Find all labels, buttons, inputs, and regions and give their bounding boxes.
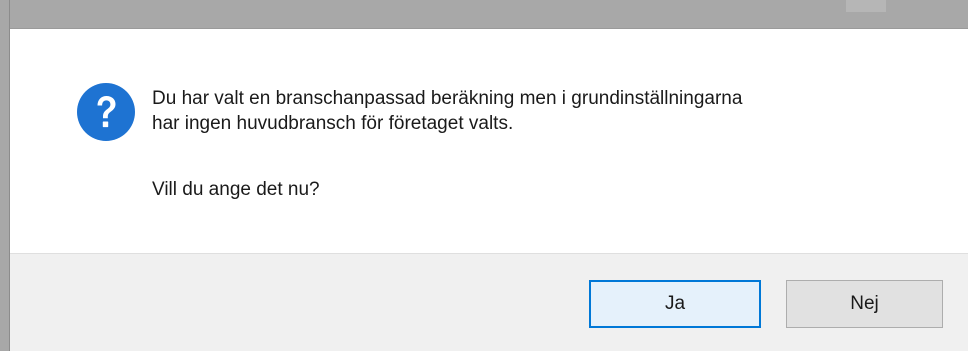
message-text: Du har valt en branschanpassad beräkning…	[152, 86, 932, 136]
message-question: Vill du ange det nu?	[152, 179, 320, 200]
message-line-1: Du har valt en branschanpassad beräkning…	[152, 88, 743, 109]
window-frame-left	[0, 0, 9, 351]
message-line-2: har ingen huvudbransch för företaget val…	[152, 113, 514, 134]
question-icon	[77, 83, 135, 141]
yes-button[interactable]: Ja	[589, 280, 761, 328]
no-button[interactable]: Nej	[786, 280, 943, 328]
titlebar-button[interactable]	[846, 0, 886, 12]
message-area	[10, 29, 968, 253]
parent-window-titlebar	[10, 0, 968, 28]
